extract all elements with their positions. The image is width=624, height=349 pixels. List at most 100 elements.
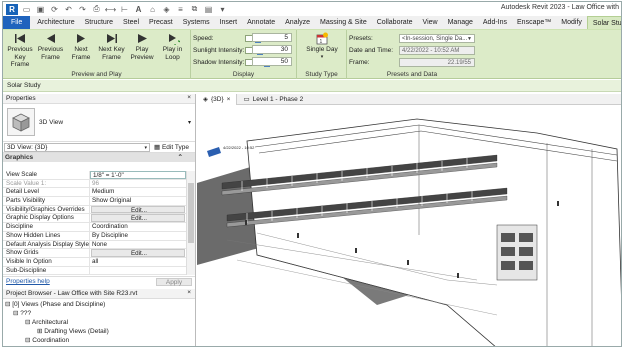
tab-manage[interactable]: Manage <box>443 16 478 29</box>
frame-field[interactable]: 22.19/55 <box>399 58 475 67</box>
presets-panel: Presets: <In-session, Single Da... ▼ Date… <box>347 30 477 79</box>
previous-frame-button[interactable]: Previous Frame <box>36 32 66 61</box>
property-row: Visibility/Graphics Overrides Edit... <box>3 205 186 215</box>
close-icon[interactable]: × <box>187 94 191 101</box>
edit-button[interactable]: Edit... <box>91 214 185 223</box>
tower-window <box>519 247 533 256</box>
properties-footer: Properties help Apply <box>3 276 195 286</box>
next-frame-button[interactable]: Next Frame <box>66 32 96 61</box>
chevron-down-icon: ▾ <box>187 120 191 126</box>
type-selector[interactable]: 3D View ▾ <box>3 104 195 142</box>
tab-annotate[interactable]: Annotate <box>242 16 280 29</box>
close-icon[interactable]: × <box>187 289 191 296</box>
tower-window <box>519 261 533 270</box>
play-loop-button[interactable]: Play in Loop <box>158 32 188 61</box>
property-name: Show Grids <box>3 249 90 257</box>
button-label: Previous Key Frame <box>7 46 33 68</box>
browser-tree-item[interactable]: ⊟ ??? <box>3 309 195 318</box>
presets-row: Presets: <In-session, Single Da... ▼ <box>349 33 475 44</box>
sun-path-icon <box>207 147 221 157</box>
3d-view-canvas[interactable]: 4/22/2022 - 10:52 <box>197 105 621 346</box>
tab-file[interactable]: File <box>3 16 31 29</box>
tab-systems[interactable]: Systems <box>178 16 215 29</box>
property-value[interactable]: Show Original <box>90 197 186 205</box>
section-icon[interactable]: ◈ <box>161 4 172 14</box>
edit-button[interactable]: Edit... <box>91 205 185 214</box>
property-value[interactable]: By Discipline <box>90 232 186 240</box>
properties-help-link[interactable]: Properties help <box>6 278 50 285</box>
presets-dropdown[interactable]: <In-session, Single Da... ▼ <box>399 34 475 43</box>
properties-title: Properties <box>6 95 36 102</box>
tab-insert[interactable]: Insert <box>215 16 243 29</box>
tab-precast[interactable]: Precast <box>144 16 178 29</box>
properties-scrollbar[interactable] <box>186 171 195 275</box>
tab-analyze[interactable]: Analyze <box>280 16 315 29</box>
customize-qat-icon[interactable]: ▾ <box>217 4 228 14</box>
apply-button[interactable]: Apply <box>156 278 192 286</box>
browser-tree-item[interactable]: ⊟ Architectural <box>3 318 195 327</box>
close-icon[interactable]: × <box>227 96 231 103</box>
property-value: 96 <box>92 179 100 187</box>
tab-collaborate[interactable]: Collaborate <box>372 16 418 29</box>
calendar-sun-icon: 1 <box>315 32 329 45</box>
property-value[interactable]: None <box>90 241 186 249</box>
graphics-group-header[interactable]: Graphics ⌃ <box>3 153 195 162</box>
button-label: Play in Loop <box>162 46 183 61</box>
property-value[interactable]: Medium <box>90 188 186 196</box>
default-3d-icon[interactable]: ⌂ <box>147 4 158 14</box>
text-icon[interactable]: A <box>133 4 144 14</box>
property-value[interactable] <box>90 267 186 275</box>
view-tab[interactable]: ◈ {3D} × <box>197 93 238 105</box>
tab-structure[interactable]: Structure <box>80 16 118 29</box>
tab-add-ins[interactable]: Add-Ins <box>478 16 512 29</box>
shadow-value-input[interactable]: 50 <box>252 57 292 66</box>
browser-tree-item[interactable]: ⊟ Coordination <box>3 336 195 345</box>
speed-value-input[interactable]: 5 <box>252 33 292 42</box>
sun-time-label: 4/22/2022 - 10:52 <box>223 145 255 150</box>
save-icon[interactable]: ▣ <box>35 4 46 14</box>
measure-icon[interactable]: ⟷ <box>105 4 116 14</box>
edit-button[interactable]: Edit... <box>91 249 185 257</box>
revit-logo-icon[interactable]: R <box>6 3 18 15</box>
tab-solar-study[interactable]: Solar Study <box>586 16 621 29</box>
single-day-button[interactable]: 1 Single Day ▾ <box>306 32 338 61</box>
close-inactive-icon[interactable]: ⧉ <box>189 4 200 14</box>
redo-icon[interactable]: ↷ <box>77 4 88 14</box>
property-value[interactable]: Coordination <box>90 223 186 231</box>
sunlight-value-input[interactable]: 30 <box>252 45 292 54</box>
switch-windows-icon[interactable]: ▤ <box>203 4 214 14</box>
browser-tree-item[interactable]: ⊟ [0] Views (Phase and Discipline) <box>3 300 195 309</box>
property-value[interactable]: all <box>90 258 186 266</box>
single-day-label: Single Day <box>306 46 338 53</box>
next-key-frame-button[interactable]: Next Key Frame <box>97 32 127 61</box>
property-row: Visible In Option all <box>3 257 186 267</box>
collapse-icon: ⌃ <box>177 154 183 161</box>
dimension-icon[interactable]: ⊢ <box>119 4 130 14</box>
tab-view[interactable]: View <box>418 16 443 29</box>
3d-view-icon: ◈ <box>203 96 208 103</box>
property-name: Discipline <box>3 223 90 231</box>
property-row: Detail Level Medium <box>3 188 186 198</box>
sync-icon[interactable]: ⟳ <box>49 4 60 14</box>
open-icon[interactable]: ▭ <box>21 4 32 14</box>
project-browser-tree: ⊟ [0] Views (Phase and Discipline) ⊟ ??? ⊟… <box>3 300 195 345</box>
view-selector-dropdown[interactable]: 3D View: {3D} ▾ <box>4 142 150 152</box>
tab-steel[interactable]: Steel <box>118 16 144 29</box>
browser-tree-item[interactable]: ⊞ Drafting Views (Detail) <box>3 327 195 336</box>
previous-key-frame-button[interactable]: Previous Key Frame <box>5 32 35 69</box>
property-value[interactable]: 1/8" = 1'-0" <box>90 171 186 179</box>
view-tab[interactable]: ▭ Level 1 - Phase 2 <box>237 94 309 105</box>
property-row: View Scale 1/8" = 1'-0" <box>3 171 186 180</box>
play-preview-button[interactable]: Play Preview <box>127 32 157 61</box>
scrollbar-thumb[interactable] <box>188 183 194 243</box>
undo-icon[interactable]: ↶ <box>63 4 74 14</box>
tab-massing-site[interactable]: Massing & Site <box>315 16 372 29</box>
tab-architecture[interactable]: Architecture <box>32 16 79 29</box>
tab-enscape[interactable]: Enscape™ <box>512 16 556 29</box>
print-icon[interactable]: ⎙ <box>91 4 102 14</box>
view-tab-label: Level 1 - Phase 2 <box>252 95 304 103</box>
tab-modify[interactable]: Modify <box>556 16 587 29</box>
thin-lines-icon[interactable]: ≡ <box>175 4 186 14</box>
play-preview-icon <box>135 32 149 45</box>
edit-type-button[interactable]: ▦ Edit Type <box>154 143 189 151</box>
